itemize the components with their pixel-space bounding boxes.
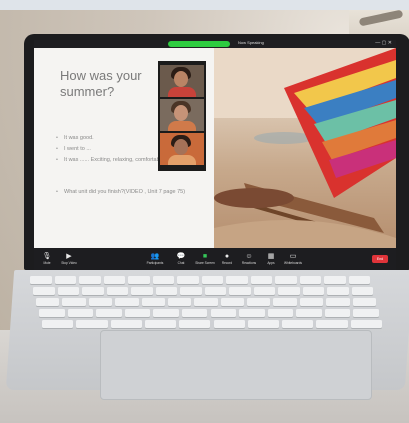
keyboard-key[interactable]: [273, 298, 297, 306]
keyboard-key[interactable]: [250, 276, 272, 284]
keyboard-key[interactable]: [110, 320, 142, 328]
keyboard-key[interactable]: [299, 276, 321, 284]
video-icon: ▶: [66, 253, 72, 260]
mic-icon: 🎙: [42, 253, 52, 260]
share-screen-button[interactable]: ■ Share Screen: [194, 252, 216, 265]
keyboard-key[interactable]: [204, 287, 226, 295]
keyboard-key[interactable]: [179, 320, 211, 328]
beach-chair-illustration: [214, 48, 396, 248]
keyboard-key[interactable]: [275, 276, 297, 284]
chat-icon: 💬: [176, 253, 186, 260]
keyboard-key[interactable]: [327, 287, 349, 295]
keyboard-key[interactable]: [348, 276, 370, 284]
keyboard-key[interactable]: [115, 298, 139, 306]
participant-tile[interactable]: [160, 65, 204, 97]
keyboard-key[interactable]: [180, 287, 202, 295]
keyboard-key[interactable]: [299, 298, 324, 306]
keyboard-key[interactable]: [33, 287, 55, 295]
speaker-indicator: [168, 41, 230, 47]
keyboard-key[interactable]: [229, 287, 251, 295]
keyboard-key[interactable]: [352, 298, 376, 306]
keyboard-key[interactable]: [253, 287, 275, 295]
keyboard-key[interactable]: [88, 298, 113, 306]
keyboard-key[interactable]: [324, 276, 346, 284]
zoom-title-bar: Now Speaking — ▢ ✕: [34, 40, 396, 48]
keyboard-key[interactable]: [152, 276, 174, 284]
keyboard-key[interactable]: [62, 298, 86, 306]
keyboard-key[interactable]: [128, 276, 150, 284]
top-band: [0, 0, 409, 10]
keyboard-key[interactable]: [67, 309, 94, 317]
laptop-screen: Now Speaking — ▢ ✕ How was your summer? …: [34, 40, 396, 272]
keyboard-key[interactable]: [54, 276, 76, 284]
keyboard-key[interactable]: [247, 320, 280, 328]
mute-button[interactable]: 🎙 Mute: [36, 252, 58, 265]
window-controls[interactable]: — ▢ ✕: [375, 40, 392, 46]
chat-button[interactable]: 💬 Chat: [170, 252, 192, 265]
bullet-item: What unit did you finish?(VIDEO , Unit 7…: [56, 188, 216, 196]
keyboard-key[interactable]: [353, 309, 379, 317]
keyboard-key[interactable]: [201, 276, 223, 284]
keyboard-key[interactable]: [155, 287, 177, 295]
end-button[interactable]: End: [372, 255, 388, 263]
keyboard-key[interactable]: [316, 320, 348, 328]
keyboard-key[interactable]: [103, 276, 125, 284]
keyboard-key[interactable]: [79, 276, 101, 284]
whiteboards-button[interactable]: ▭ Whiteboards: [282, 252, 304, 265]
keyboard-key[interactable]: [96, 309, 122, 317]
keyboard-key[interactable]: [106, 287, 128, 295]
keyboard-key[interactable]: [278, 287, 300, 295]
share-screen-icon: ■: [202, 253, 208, 260]
keyboard-key[interactable]: [226, 276, 248, 284]
keyboard-key[interactable]: [153, 309, 179, 317]
keyboard-key[interactable]: [82, 287, 104, 295]
apps-button[interactable]: ▦ Apps: [260, 252, 282, 265]
keyboard-key[interactable]: [167, 298, 192, 306]
keyboard-key[interactable]: [350, 320, 382, 328]
keyboard-key[interactable]: [144, 320, 177, 328]
keyboard-key[interactable]: [124, 309, 151, 317]
reactions-icon: ☺: [245, 253, 253, 260]
keyboard-key[interactable]: [30, 276, 52, 284]
keyboard-key[interactable]: [36, 298, 60, 306]
participant-videos: [158, 61, 206, 171]
apps-icon: ▦: [267, 253, 275, 260]
keyboard-key[interactable]: [131, 287, 153, 295]
keyboard-key[interactable]: [57, 287, 79, 295]
record-icon: ●: [224, 253, 230, 260]
zoom-toolbar: 🎙 Mute ▶ Stop Video 👥 Participants 💬 Cha…: [34, 248, 396, 272]
keyboard-key[interactable]: [42, 320, 74, 328]
keyboard-key[interactable]: [326, 298, 350, 306]
shared-slide: How was your summer? It was good. I went…: [34, 48, 396, 248]
keyboard-key[interactable]: [247, 298, 271, 306]
participants-icon: 👥: [150, 253, 160, 260]
participant-tile[interactable]: [160, 99, 204, 131]
keyboard: [30, 276, 400, 334]
keyboard-key[interactable]: [76, 320, 108, 328]
reactions-button[interactable]: ☺ Reactions: [238, 252, 260, 265]
trackpad[interactable]: [100, 330, 372, 400]
keyboard-key[interactable]: [302, 287, 324, 295]
keyboard-key[interactable]: [210, 309, 237, 317]
participants-button[interactable]: 👥 Participants: [144, 252, 166, 265]
keyboard-key[interactable]: [239, 309, 265, 317]
beach-photo: [214, 48, 396, 248]
stop-video-button[interactable]: ▶ Stop Video: [58, 252, 80, 265]
keyboard-key[interactable]: [181, 309, 208, 317]
whiteboard-icon: ▭: [289, 253, 297, 260]
keyboard-key[interactable]: [296, 309, 322, 317]
record-button[interactable]: ● Record: [216, 252, 238, 265]
keyboard-key[interactable]: [177, 276, 199, 284]
participant-tile[interactable]: [160, 133, 204, 165]
keyboard-key[interactable]: [267, 309, 294, 317]
keyboard-key[interactable]: [141, 298, 165, 306]
keyboard-key[interactable]: [282, 320, 314, 328]
keyboard-key[interactable]: [324, 309, 351, 317]
keyboard-key[interactable]: [351, 287, 373, 295]
speaker-label: Now Speaking: [238, 40, 264, 45]
keyboard-key[interactable]: [220, 298, 245, 306]
keyboard-key[interactable]: [39, 309, 65, 317]
keyboard-key[interactable]: [213, 320, 245, 328]
keyboard-key[interactable]: [194, 298, 218, 306]
